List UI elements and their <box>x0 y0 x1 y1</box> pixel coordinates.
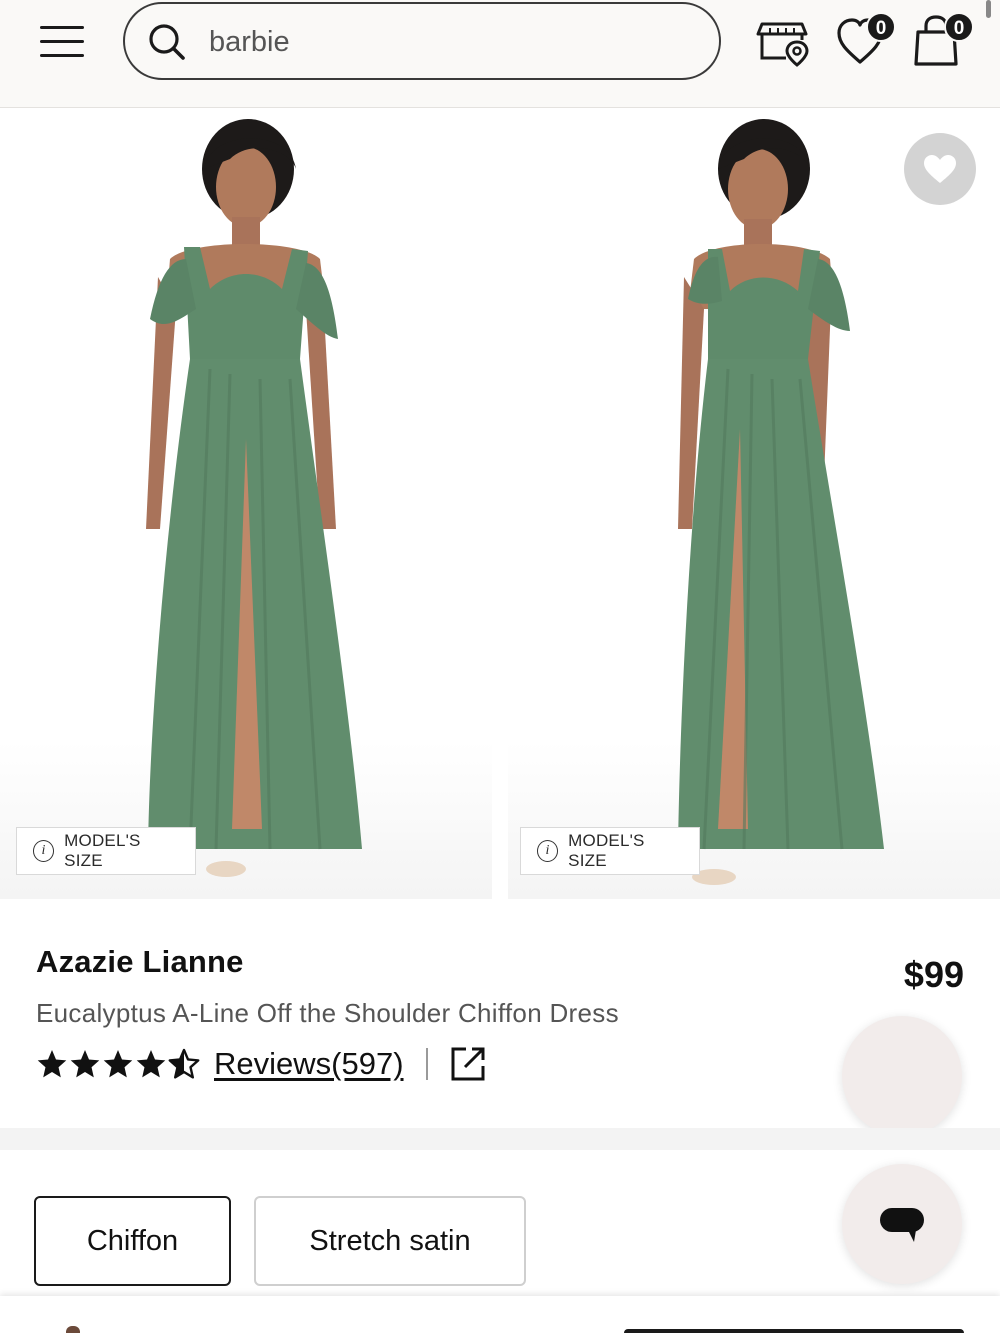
shopping-bag-button[interactable]: 0 <box>912 12 974 68</box>
product-image-gallery[interactable]: i MODEL'S SIZE i MODEL'S SIZE <box>0 109 1000 909</box>
info-icon: i <box>537 840 559 862</box>
add-to-favorites-button[interactable] <box>904 133 976 205</box>
model-size-label: MODEL'S SIZE <box>64 831 141 870</box>
menu-line <box>40 40 84 43</box>
star-icon <box>136 1050 166 1078</box>
model-size-button[interactable]: i MODEL'S SIZE <box>520 827 700 875</box>
star-icon <box>37 1050 67 1078</box>
heart-icon <box>924 155 956 183</box>
external-link-icon[interactable] <box>450 1046 486 1082</box>
separator <box>425 1048 428 1080</box>
bag-count-badge: 0 <box>944 12 974 42</box>
wishlist-count-badge: 0 <box>866 12 896 42</box>
model-size-label: MODEL'S SIZE <box>568 831 645 870</box>
fabric-option-stretch-satin[interactable]: Stretch satin <box>254 1196 526 1286</box>
product-name: Eucalyptus A-Line Off the Shoulder Chiff… <box>36 998 619 1028</box>
search-icon[interactable] <box>147 22 187 62</box>
product-photo-angle[interactable]: i MODEL'S SIZE <box>508 109 1000 899</box>
half-star-icon <box>168 1048 200 1079</box>
top-header: 0 0 <box>0 0 1000 108</box>
fabric-option-chiffon[interactable]: Chiffon <box>34 1196 231 1286</box>
rating-row: Reviews(597) <box>36 1044 486 1084</box>
chat-bubble-icon <box>880 1208 924 1242</box>
floating-action-button[interactable] <box>842 1016 962 1136</box>
menu-line <box>40 26 84 29</box>
store-locator-button[interactable] <box>756 12 812 68</box>
product-brand: Azazie Lianne <box>36 944 244 979</box>
add-to-bag-button[interactable] <box>624 1329 964 1333</box>
bottom-action-bar <box>0 1296 1000 1333</box>
search-bar[interactable] <box>123 2 721 80</box>
section-divider <box>0 1128 1000 1150</box>
menu-button[interactable] <box>36 22 88 62</box>
model-in-dress-image <box>146 119 362 877</box>
product-photo-front[interactable]: i MODEL'S SIZE <box>0 109 492 899</box>
info-icon: i <box>33 840 55 862</box>
star-icon <box>70 1050 100 1078</box>
menu-line <box>40 54 84 57</box>
store-location-icon <box>756 22 809 67</box>
wishlist-button[interactable]: 0 <box>836 12 896 68</box>
product-price: $99 <box>903 954 964 995</box>
search-input[interactable] <box>209 16 689 68</box>
chat-button[interactable] <box>842 1164 962 1284</box>
model-size-button[interactable]: i MODEL'S SIZE <box>16 827 196 875</box>
reviews-link[interactable]: Reviews(597) <box>214 1046 404 1082</box>
star-icon <box>103 1050 133 1078</box>
model-in-dress-image <box>678 119 884 885</box>
thumbnail <box>66 1326 80 1333</box>
star-rating <box>36 1048 200 1080</box>
scrollbar[interactable] <box>986 0 991 18</box>
